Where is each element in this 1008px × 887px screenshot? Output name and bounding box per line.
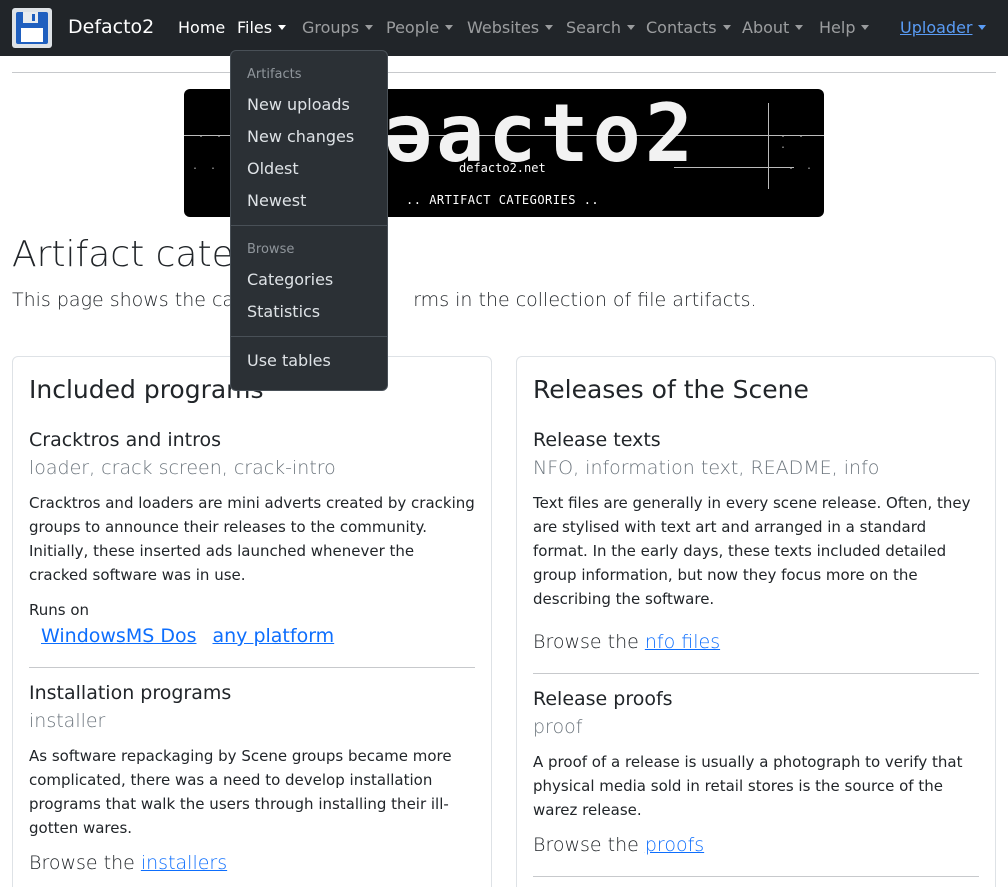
dropdown-item-oldest[interactable]: Oldest xyxy=(231,153,387,185)
section-description: As software repackaging by Scene groups … xyxy=(29,747,452,837)
browse-installers-link[interactable]: installers xyxy=(141,852,227,874)
browse-proofs-link[interactable]: proofs xyxy=(645,834,704,856)
dropdown-divider xyxy=(231,336,387,337)
platform-link-msdos[interactable]: MS Dos xyxy=(126,625,197,647)
floppy-disk-logo-icon[interactable] xyxy=(12,8,52,48)
caret-down-icon xyxy=(861,25,870,30)
browse-line: Browse the proofs xyxy=(533,834,705,856)
nav-people-dropdown[interactable]: People xyxy=(386,18,454,37)
section-title: Installation programs xyxy=(29,682,232,704)
banner-dots: . . . xyxy=(780,129,808,151)
section-divider xyxy=(533,673,979,674)
caret-down-icon xyxy=(795,25,804,30)
nav-contacts-dropdown[interactable]: Contacts xyxy=(646,18,731,37)
nav-search-dropdown[interactable]: Search xyxy=(566,18,635,37)
section-description: A proof of a release is usually a photog… xyxy=(533,753,963,819)
section-title: Release texts xyxy=(533,429,661,451)
section-divider xyxy=(29,667,475,668)
nav-help-dropdown[interactable]: Help xyxy=(819,18,870,37)
top-navbar: Defacto2 Home Files Groups People Websit… xyxy=(0,0,1008,56)
platform-link-windows[interactable]: Windows xyxy=(41,625,126,647)
nav-websites-dropdown[interactable]: Websites xyxy=(467,18,554,37)
brand-link[interactable]: Defacto2 xyxy=(68,16,154,38)
runs-on-label: Runs on xyxy=(29,601,90,619)
caret-down-icon xyxy=(445,25,454,30)
platform-link-any[interactable]: any platform xyxy=(212,625,334,647)
dropdown-divider xyxy=(231,225,387,226)
banner-site: defacto2.net xyxy=(459,161,546,175)
dropdown-header-browse: Browse xyxy=(247,242,295,257)
section-description: Cracktros and loaders are mini adverts c… xyxy=(29,494,475,584)
dropdown-header-artifacts: Artifacts xyxy=(247,67,302,82)
caret-down-icon xyxy=(365,25,374,30)
caret-down-icon xyxy=(278,25,287,30)
files-dropdown-menu: Artifacts New uploads New changes Oldest… xyxy=(230,50,388,391)
browse-nfo-files-link[interactable]: nfo files xyxy=(645,631,720,653)
section-title: Release proofs xyxy=(533,688,673,710)
dropdown-item-use-tables[interactable]: Use tables xyxy=(231,345,387,377)
nav-uploader-dropdown[interactable]: Uploader xyxy=(900,18,987,37)
section-aliases: proof xyxy=(533,716,583,738)
section-aliases: NFO, information text, README, info xyxy=(533,457,880,479)
nav-about-dropdown[interactable]: About xyxy=(742,18,804,37)
section-description: Text files are generally in every scene … xyxy=(533,494,971,608)
banner-rule xyxy=(768,103,769,189)
dropdown-item-newest[interactable]: Newest xyxy=(231,185,387,217)
card-title: Releases of the Scene xyxy=(533,375,809,404)
section-aliases: loader, crack screen, crack-intro xyxy=(29,457,336,479)
caret-down-icon xyxy=(978,25,987,30)
section-aliases: installer xyxy=(29,710,106,732)
card-included-programs: Included programs Cracktros and intros l… xyxy=(12,356,492,887)
dropdown-item-new-changes[interactable]: New changes xyxy=(231,121,387,153)
dropdown-item-categories[interactable]: Categories xyxy=(231,264,387,296)
page-title: Artifact categ xyxy=(12,234,256,275)
section-title: Cracktros and intros xyxy=(29,429,222,451)
browse-line: Browse the nfo files xyxy=(533,631,721,653)
dropdown-item-new-uploads[interactable]: New uploads xyxy=(231,89,387,121)
banner-dots: . . xyxy=(788,161,816,172)
browse-line: Browse the installers xyxy=(29,852,228,874)
caret-down-icon xyxy=(626,25,635,30)
nav-groups-dropdown[interactable]: Groups xyxy=(302,18,374,37)
banner-caption: .. ARTIFACT CATEGORIES .. xyxy=(406,193,600,207)
platform-links: WindowsMS Dos any platform xyxy=(29,625,475,647)
caret-down-icon xyxy=(545,25,554,30)
card-releases-of-the-scene: Releases of the Scene Release texts NFO,… xyxy=(516,356,996,887)
nav-home[interactable]: Home xyxy=(178,18,225,37)
caret-down-icon xyxy=(722,25,731,30)
section-divider xyxy=(533,876,979,877)
dropdown-item-statistics[interactable]: Statistics xyxy=(231,296,387,328)
nav-files-dropdown[interactable]: Files xyxy=(237,18,287,37)
top-divider xyxy=(12,72,996,73)
